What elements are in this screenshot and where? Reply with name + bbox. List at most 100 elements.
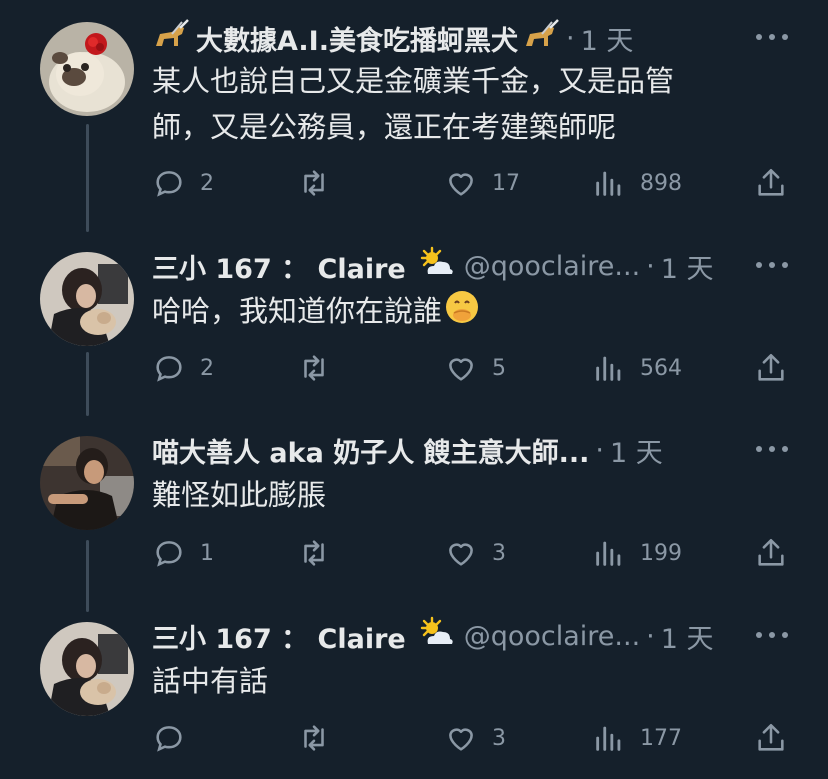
retweet-icon — [304, 540, 324, 566]
more-icon[interactable] — [756, 22, 788, 52]
tweet-text: 話中有話 — [152, 658, 758, 704]
share-button[interactable] — [754, 348, 788, 388]
like-button[interactable]: 17 — [444, 163, 520, 203]
timestamp[interactable]: 1 天 — [610, 431, 663, 470]
retweet-button[interactable] — [297, 163, 345, 203]
reply-count: 2 — [200, 355, 214, 381]
more-icon[interactable] — [756, 434, 788, 464]
user-handle[interactable]: @qooclaire... — [464, 251, 640, 282]
tweet[interactable]: 喵大善人 aka 奶子人 餿主意大師... · 1 天 難怪如此膨脹 1 3 1… — [0, 430, 828, 580]
avatar[interactable] — [40, 22, 134, 116]
reply-button[interactable] — [152, 718, 200, 758]
avatar[interactable] — [40, 436, 134, 530]
share-icon — [758, 538, 784, 566]
tweet-text-line: 師，又是公務員，還正在考建築師呢 — [152, 110, 617, 144]
tweet-header: 三小 167 ： Claire @qooclaire... · 1 天 — [152, 246, 768, 286]
like-count: 5 — [492, 355, 506, 381]
reply-button[interactable]: 1 — [152, 533, 214, 573]
action-bar: 2 17 898 — [152, 163, 788, 203]
reply-count: 2 — [200, 170, 214, 196]
share-button[interactable] — [754, 163, 788, 203]
reply-icon — [156, 726, 182, 752]
woman-with-cat-avatar-image — [40, 252, 134, 346]
share-button[interactable] — [754, 718, 788, 758]
like-button[interactable]: 3 — [444, 718, 506, 758]
retweet-button[interactable] — [297, 533, 345, 573]
more-icon[interactable] — [756, 250, 788, 280]
display-name[interactable]: 三小 167 ： Claire — [152, 247, 406, 286]
tweet-text-content: 哈哈，我知道你在說誰 — [152, 294, 443, 328]
retweet-icon — [304, 170, 324, 196]
timestamp[interactable]: 1 天 — [661, 247, 714, 286]
like-count: 3 — [492, 540, 506, 566]
avatar[interactable] — [40, 252, 134, 346]
guide-dog-icon — [152, 18, 190, 58]
separator-dot: · — [646, 250, 655, 282]
tweet-text-line: 話中有話 — [152, 664, 269, 698]
action-bar: 2 5 564 — [152, 348, 788, 388]
tweet-header: 喵大善人 aka 奶子人 餿主意大師... · 1 天 — [152, 430, 768, 470]
views-button[interactable]: 564 — [592, 348, 682, 388]
share-icon — [758, 168, 784, 196]
views-icon — [596, 541, 621, 566]
tweet-text-line: 難怪如此膨脹 — [152, 478, 327, 512]
like-button[interactable]: 3 — [444, 533, 506, 573]
sun-behind-cloud-icon — [418, 246, 454, 286]
views-icon — [596, 356, 621, 381]
reply-icon — [156, 541, 182, 567]
timestamp[interactable]: 1 天 — [581, 19, 634, 58]
reply-button[interactable]: 2 — [152, 163, 214, 203]
like-icon — [449, 173, 473, 196]
tweet[interactable]: 大數據A.I.美食吃播蚵黑犬 · 1 天 某人也說自己又是金礦業千金，又是品管 … — [0, 18, 828, 218]
tweet[interactable]: 三小 167 ： Claire @qooclaire... · 1 天 話中有話… — [0, 616, 828, 766]
display-name[interactable]: 三小 167 ： Claire — [152, 617, 406, 656]
tweet-text-line: 哈哈，我知道你在說誰 — [152, 288, 758, 338]
like-count: 17 — [492, 170, 520, 196]
pug-avatar-image — [40, 22, 134, 116]
like-icon — [449, 358, 473, 381]
views-count: 898 — [640, 170, 682, 196]
tweet-header: 三小 167 ： Claire @qooclaire... · 1 天 — [152, 616, 768, 656]
views-button[interactable]: 199 — [592, 533, 682, 573]
retweet-button[interactable] — [297, 718, 345, 758]
display-name[interactable]: 大數據A.I.美食吃播蚵黑犬 — [196, 19, 518, 58]
more-icon[interactable] — [756, 620, 788, 650]
retweet-button[interactable] — [297, 348, 345, 388]
sun-behind-cloud-icon — [418, 616, 454, 656]
views-count: 199 — [640, 540, 682, 566]
action-bar: 3 177 — [152, 718, 788, 758]
tweet-text: 哈哈，我知道你在說誰 — [152, 288, 758, 338]
tweet[interactable]: 三小 167 ： Claire @qooclaire... · 1 天 哈哈，我… — [0, 246, 828, 396]
retweet-icon — [304, 725, 324, 751]
views-count: 564 — [640, 355, 682, 381]
views-button[interactable]: 177 — [592, 718, 682, 758]
retweet-icon — [304, 355, 324, 381]
like-count: 3 — [492, 725, 506, 751]
reply-button[interactable]: 2 — [152, 348, 214, 388]
guide-dog-icon — [522, 18, 560, 58]
like-icon — [449, 728, 473, 751]
separator-dot: · — [595, 434, 604, 466]
tweet-text: 某人也說自己又是金礦業千金，又是品管 師，又是公務員，還正在考建築師呢 — [152, 58, 758, 150]
woman-with-cat-avatar-image — [40, 622, 134, 716]
display-name[interactable]: 喵大善人 aka 奶子人 餿主意大師... — [152, 431, 589, 470]
man-avatar-image — [40, 436, 134, 530]
views-button[interactable]: 898 — [592, 163, 682, 203]
reply-icon — [156, 356, 182, 382]
share-icon — [758, 723, 784, 751]
tweet-header: 大數據A.I.美食吃播蚵黑犬 · 1 天 — [152, 18, 768, 58]
reply-icon — [156, 171, 182, 197]
timestamp[interactable]: 1 天 — [661, 617, 714, 656]
share-icon — [758, 353, 784, 381]
user-handle[interactable]: @qooclaire... — [464, 621, 640, 652]
hand-over-mouth-icon — [444, 289, 480, 338]
like-button[interactable]: 5 — [444, 348, 506, 388]
views-icon — [596, 726, 621, 751]
separator-dot: · — [565, 22, 575, 54]
avatar[interactable] — [40, 622, 134, 716]
action-bar: 1 3 199 — [152, 533, 788, 573]
reply-count: 1 — [200, 540, 214, 566]
share-button[interactable] — [754, 533, 788, 573]
views-count: 177 — [640, 725, 682, 751]
tweet-text-line: 某人也說自己又是金礦業千金，又是品管 — [152, 64, 675, 98]
